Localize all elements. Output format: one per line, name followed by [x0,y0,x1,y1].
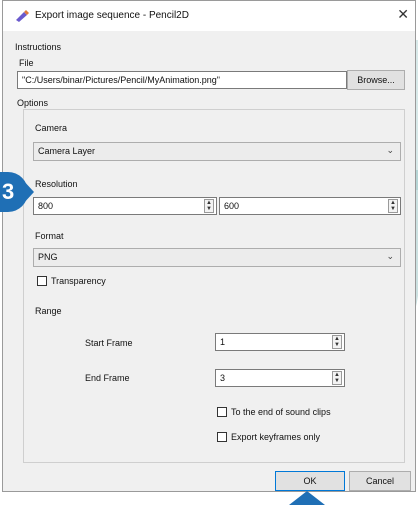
resolution-width-value: 800 [38,201,54,211]
instructions-label: Instructions [15,42,62,52]
resolution-width-input[interactable]: 800 ▲ ▼ [33,197,217,215]
sound-clips-checkbox[interactable] [217,407,227,417]
file-label: File [19,58,34,68]
ok-pointer-arrow-icon [289,491,325,505]
sound-clips-label: To the end of sound clips [231,407,331,417]
format-label: Format [35,231,64,241]
pencil-icon [16,10,29,22]
end-frame-input[interactable]: 3 ▲ ▼ [215,369,345,387]
spinner-arrows-icon[interactable]: ▲ ▼ [332,335,342,349]
options-group [23,109,405,463]
camera-selected-value: Camera Layer [38,146,96,156]
camera-select[interactable]: Camera Layer ⌄ [33,142,401,161]
ok-button[interactable]: OK [275,471,345,491]
keyframes-only-label: Export keyframes only [231,432,321,442]
chevron-down-icon: ⌄ [386,145,394,155]
format-selected-value: PNG [38,252,58,262]
resolution-height-value: 600 [224,201,240,211]
browse-button[interactable]: Browse... [347,70,405,90]
start-frame-label: Start Frame [85,338,133,348]
title-bar: Export image sequence - Pencil2D ✕ [3,1,415,31]
end-frame-label: End Frame [85,373,130,383]
start-frame-input[interactable]: 1 ▲ ▼ [215,333,345,351]
spinner-arrows-icon[interactable]: ▲ ▼ [204,199,214,213]
transparency-label: Transparency [51,276,106,286]
camera-label: Camera [35,123,68,133]
keyframes-only-checkbox[interactable] [217,432,227,442]
range-label: Range [35,306,62,316]
resolution-label: Resolution [35,179,78,189]
close-icon[interactable]: ✕ [397,6,409,23]
transparency-checkbox[interactable] [37,276,47,286]
spinner-arrows-icon[interactable]: ▲ ▼ [332,371,342,385]
cancel-button[interactable]: Cancel [349,471,411,491]
format-select[interactable]: PNG ⌄ [33,248,401,267]
file-path-input[interactable]: "C:/Users/binar/Pictures/Pencil/MyAnimat… [17,71,347,89]
step-pointer-arrow-icon [22,179,34,205]
chevron-down-icon: ⌄ [386,251,394,261]
export-dialog: Export image sequence - Pencil2D ✕ Instr… [2,0,416,492]
options-label: Options [17,98,49,108]
window-title: Export image sequence - Pencil2D [35,10,189,21]
spinner-arrows-icon[interactable]: ▲ ▼ [388,199,398,213]
resolution-height-input[interactable]: 600 ▲ ▼ [219,197,401,215]
start-frame-value: 1 [220,337,226,347]
end-frame-value: 3 [220,373,226,383]
